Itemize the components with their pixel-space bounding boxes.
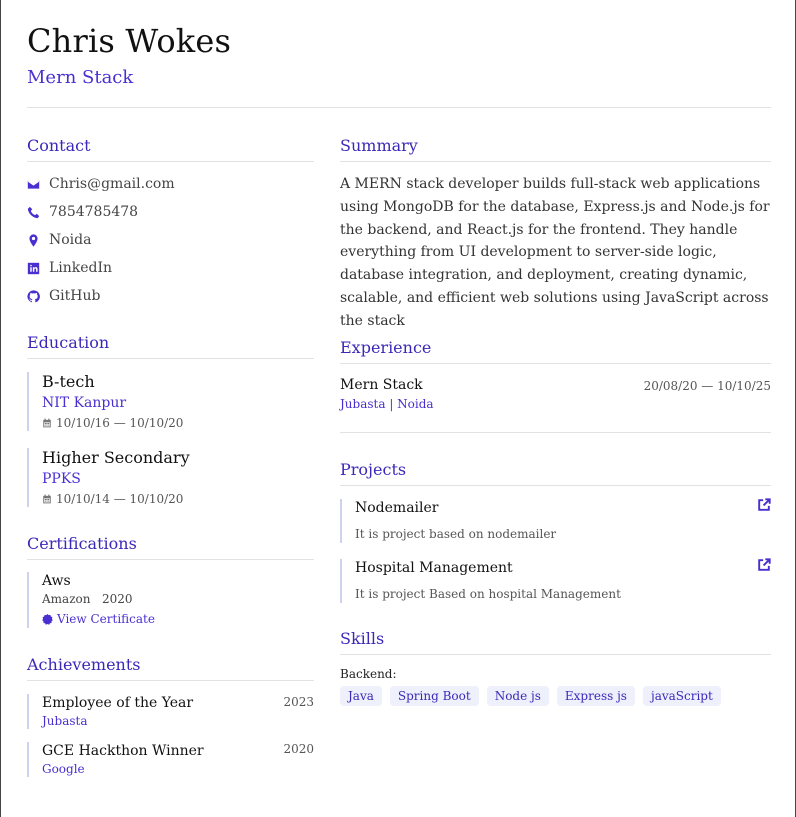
contact-divider: [27, 161, 314, 162]
project-item: Hospital Management It is project Based …: [340, 557, 771, 603]
skills-category: Backend:: [340, 667, 397, 681]
certifications-divider: [27, 559, 314, 560]
experience-divider: [340, 363, 771, 364]
achievement-org: Jubasta: [42, 714, 88, 728]
education-degree: Higher Secondary: [42, 448, 190, 467]
achievement-title: Employee of the Year: [42, 695, 194, 711]
achievements-heading: Achievements: [27, 655, 141, 674]
certification-item: Aws Amazon 2020 View Certificate: [27, 572, 155, 628]
contact-phone-label: 7854785478: [49, 204, 139, 220]
summary-text: A MERN stack developer builds full-stack…: [340, 176, 770, 329]
project-link[interactable]: [757, 557, 771, 571]
projects-divider: [340, 485, 771, 486]
contact-linkedin[interactable]: LinkedIn: [27, 260, 112, 276]
linkedin-icon: [27, 262, 40, 274]
achievement-item: Employee of the Year Jubasta 2023: [27, 694, 314, 729]
project-link[interactable]: [757, 497, 771, 511]
phone-icon: [27, 206, 40, 218]
education-divider: [27, 358, 314, 359]
calendar-icon: [43, 418, 51, 428]
contact-email-label: Chris@gmail.com: [49, 176, 175, 192]
education-dates: 10/10/16 — 10/10/20: [56, 416, 184, 430]
certification-year: 2020: [101, 592, 133, 606]
contact-heading: Contact: [27, 136, 91, 155]
experience-heading: Experience: [340, 338, 432, 357]
project-description: It is project based on nodemailer: [355, 527, 557, 541]
project-name: Hospital Management: [355, 560, 513, 576]
education-dates: 10/10/14 — 10/10/20: [56, 492, 184, 506]
view-certificate-link[interactable]: View Certificate: [42, 610, 155, 628]
education-school: PPKS: [42, 471, 81, 487]
skill-chip: javaScript: [642, 686, 721, 706]
skill-chip: Java: [340, 686, 382, 706]
achievements-divider: [27, 680, 314, 681]
skills-divider: [340, 654, 771, 655]
contact-github[interactable]: GitHub: [27, 288, 100, 304]
education-item: B-tech NIT Kanpur 10/10/16 — 10/10/20: [27, 372, 183, 431]
certification-name: Aws: [42, 573, 71, 589]
envelope-icon: [27, 179, 40, 189]
location-pin-icon: [29, 233, 38, 247]
experience-bottom-divider: [340, 432, 771, 433]
experience-role: Mern Stack: [340, 377, 423, 393]
experience-dates: 20/08/20 — 10/10/25: [643, 379, 771, 393]
external-link-icon: [758, 558, 771, 571]
github-icon: [27, 289, 40, 302]
contact-email[interactable]: Chris@gmail.com: [27, 176, 175, 192]
education-school: NIT Kanpur: [42, 395, 127, 411]
projects-heading: Projects: [340, 460, 407, 479]
achievement-year: 2020: [283, 742, 314, 756]
achievement-org: Google: [42, 762, 85, 776]
project-item: Nodemailer It is project based on nodema…: [340, 497, 771, 543]
skill-chip: Spring Boot: [389, 686, 479, 706]
skill-chip: Express js: [556, 686, 635, 706]
education-item: Higher Secondary PPKS 10/10/14 — 10/10/2…: [27, 448, 190, 507]
education-dates-row: 10/10/14 — 10/10/20: [42, 491, 190, 507]
summary-divider: [340, 161, 771, 162]
certifications-heading: Certifications: [27, 534, 137, 553]
skill-chip: Node js: [486, 686, 549, 706]
candidate-name: Chris Wokes: [27, 22, 232, 60]
certification-issuer-row: Amazon 2020: [42, 590, 155, 608]
education-degree: B-tech: [42, 372, 95, 391]
project-name: Nodemailer: [355, 500, 439, 516]
education-dates-row: 10/10/16 — 10/10/20: [42, 415, 183, 431]
summary-heading: Summary: [340, 136, 418, 155]
header-divider: [27, 107, 771, 108]
project-description: It is project Based on hospital Manageme…: [355, 587, 621, 601]
view-certificate-label: View Certificate: [57, 612, 155, 626]
education-heading: Education: [27, 333, 110, 352]
certification-issuer: Amazon: [42, 592, 91, 606]
external-link-icon: [758, 498, 771, 511]
contact-linkedin-label: LinkedIn: [49, 260, 113, 276]
candidate-role: Mern Stack: [27, 67, 134, 88]
calendar-icon: [43, 494, 51, 504]
contact-location-label: Noida: [49, 232, 92, 248]
achievement-title: GCE Hackthon Winner: [42, 743, 204, 759]
contact-github-label: GitHub: [49, 288, 101, 304]
contact-location: Noida: [27, 232, 91, 248]
achievement-item: GCE Hackthon Winner Google 2020: [27, 742, 314, 777]
skills-chips: Java Spring Boot Node js Express js java…: [340, 686, 721, 706]
achievement-year: 2023: [283, 695, 314, 709]
skills-heading: Skills: [340, 629, 385, 648]
experience-company: Jubasta | Noida: [340, 397, 434, 411]
badge-icon: [42, 613, 53, 625]
contact-phone[interactable]: 7854785478: [27, 204, 138, 220]
